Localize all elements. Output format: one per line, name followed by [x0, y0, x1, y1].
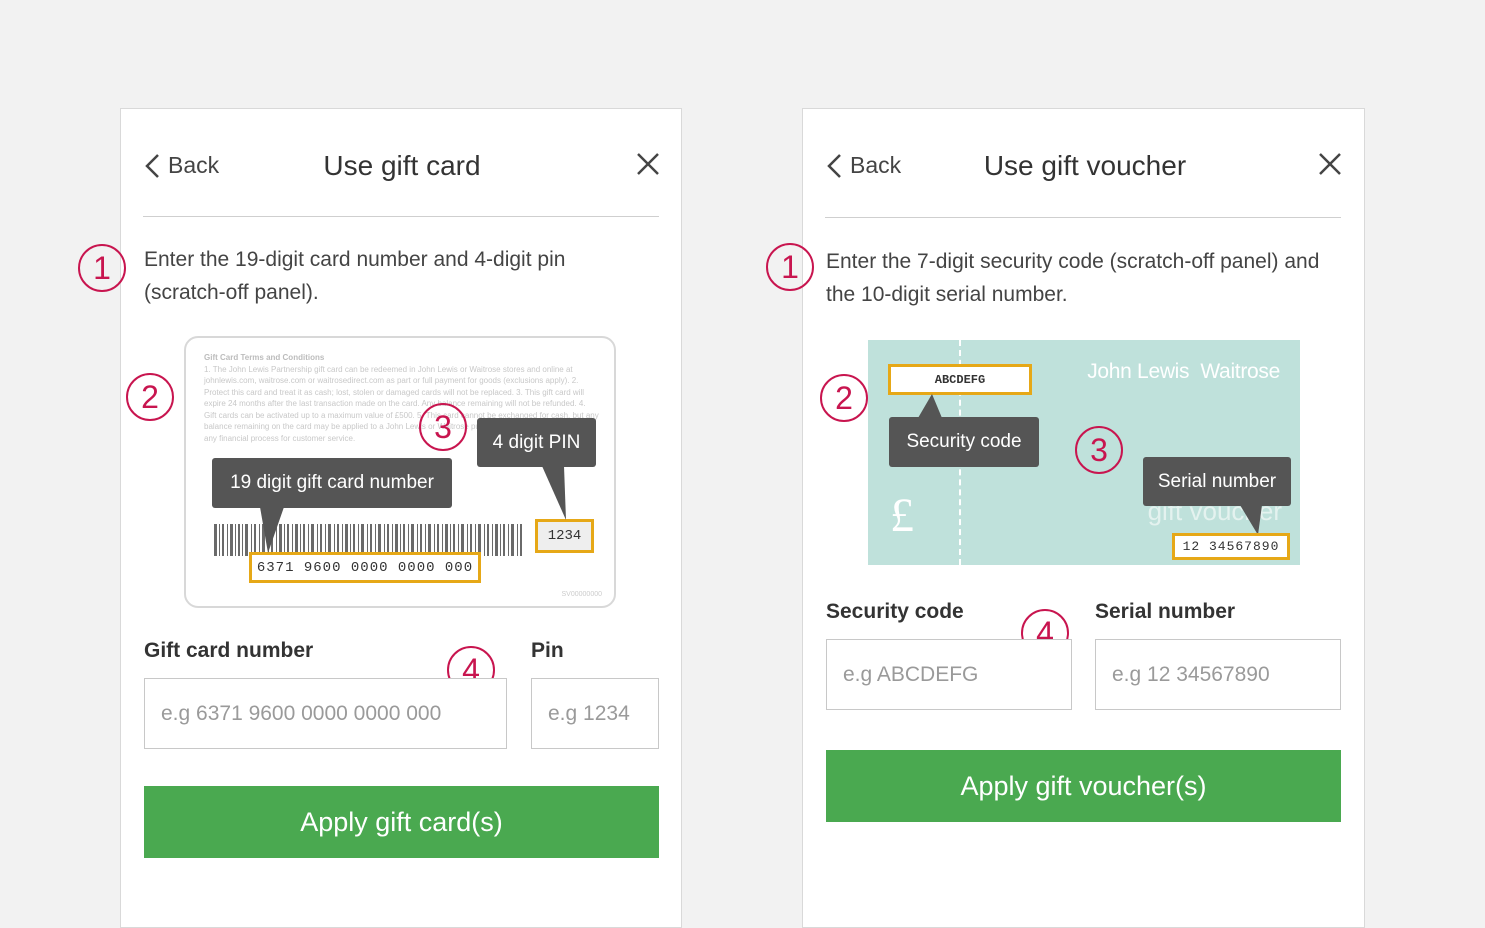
step-number-3: 3 — [1075, 426, 1123, 474]
sample-card-number: 6371 9600 0000 0000 000 — [249, 552, 481, 583]
card-number-tooltip: 19 digit gift card number — [212, 458, 452, 508]
sample-pin: 1234 — [535, 519, 594, 553]
apply-gift-voucher-button[interactable]: Apply gift voucher(s) — [826, 750, 1341, 822]
step-number-2: 2 — [820, 374, 868, 422]
back-label: Back — [850, 152, 902, 178]
chevron-left-icon — [827, 153, 841, 178]
header-divider — [143, 216, 659, 217]
sample-security-code: ABCDEFG — [888, 364, 1032, 395]
pound-symbol: £ — [890, 489, 914, 542]
pin-input[interactable] — [531, 678, 659, 749]
back-label: Back — [168, 152, 220, 178]
step-number-3: 3 — [419, 403, 467, 451]
header-divider — [825, 217, 1341, 218]
card-terms-heading: Gift Card Terms and Conditions — [204, 353, 325, 362]
back-button[interactable]: Back — [826, 152, 901, 179]
serial-number-label: Serial number — [1095, 600, 1236, 623]
card-number-label: Gift card number — [144, 639, 314, 662]
panel-title: Use gift voucher — [983, 150, 1187, 181]
serial-number-input[interactable] — [1095, 639, 1341, 710]
pin-tooltip-pointer — [542, 466, 566, 520]
security-code-tooltip: Security code — [889, 417, 1039, 467]
sample-serial-number: 12 34567890 — [1172, 533, 1290, 560]
card-id: SV00000000 — [561, 591, 602, 598]
pin-tooltip: 4 digit PIN — [477, 418, 596, 467]
serial-number-tooltip-pointer — [1240, 505, 1262, 535]
step-number-1: 1 — [78, 244, 126, 292]
step-number-2: 2 — [126, 373, 174, 421]
voucher-brand: John Lewis Waitrose — [1087, 360, 1280, 383]
serial-number-tooltip: Serial number — [1143, 457, 1291, 506]
security-code-tooltip-pointer — [918, 394, 942, 418]
instruction-text: Enter the 7-digit security code (scratch… — [826, 250, 1320, 306]
panel-title: Use gift card — [323, 150, 481, 181]
close-icon[interactable] — [1316, 150, 1344, 178]
step-number-1: 1 — [766, 243, 814, 291]
instruction-text: Enter the 19-digit card number and 4-dig… — [144, 248, 566, 304]
security-code-label: Security code — [826, 600, 964, 623]
pin-label: Pin — [531, 639, 564, 662]
back-button[interactable]: Back — [144, 152, 219, 179]
close-icon[interactable] — [634, 150, 662, 178]
card-number-input[interactable] — [144, 678, 507, 749]
security-code-input[interactable] — [826, 639, 1072, 710]
chevron-left-icon — [145, 153, 159, 178]
card-number-tooltip-pointer — [260, 507, 284, 553]
apply-gift-card-button[interactable]: Apply gift card(s) — [144, 786, 659, 858]
